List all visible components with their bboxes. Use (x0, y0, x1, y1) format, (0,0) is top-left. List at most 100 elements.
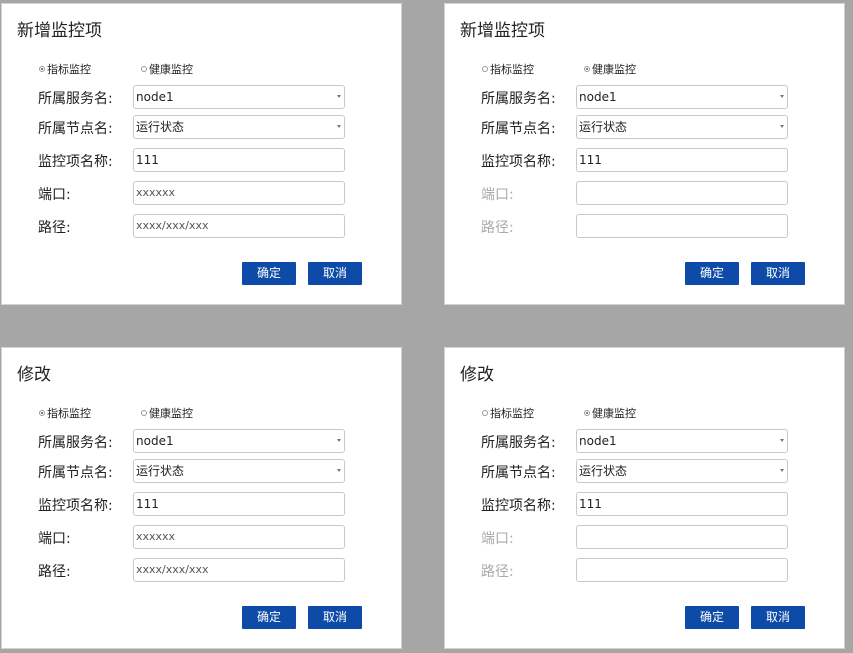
service-select[interactable]: node1 (576, 429, 788, 453)
service-select[interactable]: node1 (576, 85, 788, 109)
radio-metric-monitor[interactable]: 指标监控 (482, 61, 534, 77)
confirm-button[interactable]: 确定 (242, 606, 296, 629)
name-label: 监控项名称: (481, 498, 556, 514)
port-row: 端口: (445, 181, 846, 205)
dialog-edit-health: 修改 指标监控 健康监控 所属服务名: node1 所属节点名: 运行状态 监控… (444, 347, 845, 649)
name-row: 监控项名称: 111 (445, 148, 846, 172)
confirm-button[interactable]: 确定 (685, 606, 739, 629)
name-label: 监控项名称: (38, 498, 113, 514)
node-value: 运行状态 (136, 120, 185, 134)
node-row: 所属节点名: 运行状态 (2, 459, 403, 483)
radio-checked-icon (39, 66, 45, 72)
radio-health-monitor[interactable]: 健康监控 (584, 61, 636, 77)
radio-label: 健康监控 (592, 63, 636, 76)
radio-unchecked-icon (141, 66, 147, 72)
radio-unchecked-icon (482, 66, 488, 72)
path-row: 路径: (445, 558, 846, 582)
radio-label: 指标监控 (490, 407, 534, 420)
name-input[interactable]: 111 (133, 148, 345, 172)
radio-checked-icon (39, 410, 45, 416)
chevron-down-icon (780, 95, 784, 98)
path-input[interactable]: xxxx/xxx/xxx (133, 214, 345, 238)
service-row: 所属服务名: node1 (2, 429, 403, 453)
radio-health-monitor[interactable]: 健康监控 (141, 61, 193, 77)
service-label: 所属服务名: (38, 91, 113, 107)
node-value: 运行状态 (136, 464, 185, 478)
name-row: 监控项名称: 111 (2, 492, 403, 516)
port-input[interactable]: xxxxxx (133, 525, 345, 549)
dialog-title: 新增监控项 (17, 21, 102, 41)
path-row: 路径: xxxx/xxx/xxx (2, 214, 403, 238)
radio-metric-monitor[interactable]: 指标监控 (39, 405, 91, 421)
confirm-button[interactable]: 确定 (242, 262, 296, 285)
node-value: 运行状态 (579, 120, 628, 134)
node-label: 所属节点名: (38, 121, 113, 137)
path-label: 路径: (38, 564, 71, 580)
radio-checked-icon (584, 66, 590, 72)
radio-health-monitor[interactable]: 健康监控 (141, 405, 193, 421)
path-row: 路径: xxxx/xxx/xxx (2, 558, 403, 582)
name-input[interactable]: 111 (576, 492, 788, 516)
port-row: 端口: xxxxxx (2, 181, 403, 205)
service-value: node1 (136, 90, 174, 104)
service-row: 所属服务名: node1 (445, 85, 846, 109)
path-input[interactable]: xxxx/xxx/xxx (133, 558, 345, 582)
radio-label: 指标监控 (47, 63, 91, 76)
cancel-button[interactable]: 取消 (751, 606, 805, 629)
port-input[interactable] (576, 181, 788, 205)
node-select[interactable]: 运行状态 (576, 459, 788, 483)
radio-metric-monitor[interactable]: 指标监控 (482, 405, 534, 421)
node-select[interactable]: 运行状态 (133, 459, 345, 483)
chevron-down-icon (780, 469, 784, 472)
cancel-button[interactable]: 取消 (308, 262, 362, 285)
dialog-add-health: 新增监控项 指标监控 健康监控 所属服务名: node1 所属节点名: 运行状态… (444, 3, 845, 305)
service-label: 所属服务名: (38, 435, 113, 451)
node-label: 所属节点名: (38, 465, 113, 481)
service-value: node1 (579, 434, 617, 448)
path-label: 路径: (481, 564, 514, 580)
node-select[interactable]: 运行状态 (133, 115, 345, 139)
monitor-type-group: 指标监控 健康监控 (39, 61, 259, 77)
port-label: 端口: (38, 531, 71, 547)
radio-unchecked-icon (141, 410, 147, 416)
radio-metric-monitor[interactable]: 指标监控 (39, 61, 91, 77)
radio-health-monitor[interactable]: 健康监控 (584, 405, 636, 421)
node-row: 所属节点名: 运行状态 (445, 115, 846, 139)
name-row: 监控项名称: 111 (2, 148, 403, 172)
name-input[interactable]: 111 (133, 492, 345, 516)
cancel-button[interactable]: 取消 (751, 262, 805, 285)
port-label: 端口: (481, 531, 514, 547)
chevron-down-icon (337, 125, 341, 128)
radio-checked-icon (584, 410, 590, 416)
service-label: 所属服务名: (481, 91, 556, 107)
radio-label: 健康监控 (149, 63, 193, 76)
cancel-button[interactable]: 取消 (308, 606, 362, 629)
monitor-type-group: 指标监控 健康监控 (482, 61, 702, 77)
service-select[interactable]: node1 (133, 429, 345, 453)
path-input[interactable] (576, 214, 788, 238)
confirm-button[interactable]: 确定 (685, 262, 739, 285)
port-label: 端口: (481, 187, 514, 203)
chevron-down-icon (337, 95, 341, 98)
path-label: 路径: (481, 220, 514, 236)
port-input[interactable] (576, 525, 788, 549)
monitor-type-group: 指标监控 健康监控 (39, 405, 259, 421)
node-label: 所属节点名: (481, 465, 556, 481)
dialog-title: 修改 (460, 365, 494, 385)
node-select[interactable]: 运行状态 (576, 115, 788, 139)
service-select[interactable]: node1 (133, 85, 345, 109)
port-input[interactable]: xxxxxx (133, 181, 345, 205)
node-row: 所属节点名: 运行状态 (2, 115, 403, 139)
path-input[interactable] (576, 558, 788, 582)
node-row: 所属节点名: 运行状态 (445, 459, 846, 483)
dialog-add-metric: 新增监控项 指标监控 健康监控 所属服务名: node1 所属节点名: 运行状态… (1, 3, 402, 305)
monitor-type-group: 指标监控 健康监控 (482, 405, 702, 421)
radio-label: 健康监控 (592, 407, 636, 420)
path-row: 路径: (445, 214, 846, 238)
service-value: node1 (579, 90, 617, 104)
name-input[interactable]: 111 (576, 148, 788, 172)
radio-label: 指标监控 (490, 63, 534, 76)
radio-label: 健康监控 (149, 407, 193, 420)
chevron-down-icon (780, 439, 784, 442)
chevron-down-icon (337, 439, 341, 442)
